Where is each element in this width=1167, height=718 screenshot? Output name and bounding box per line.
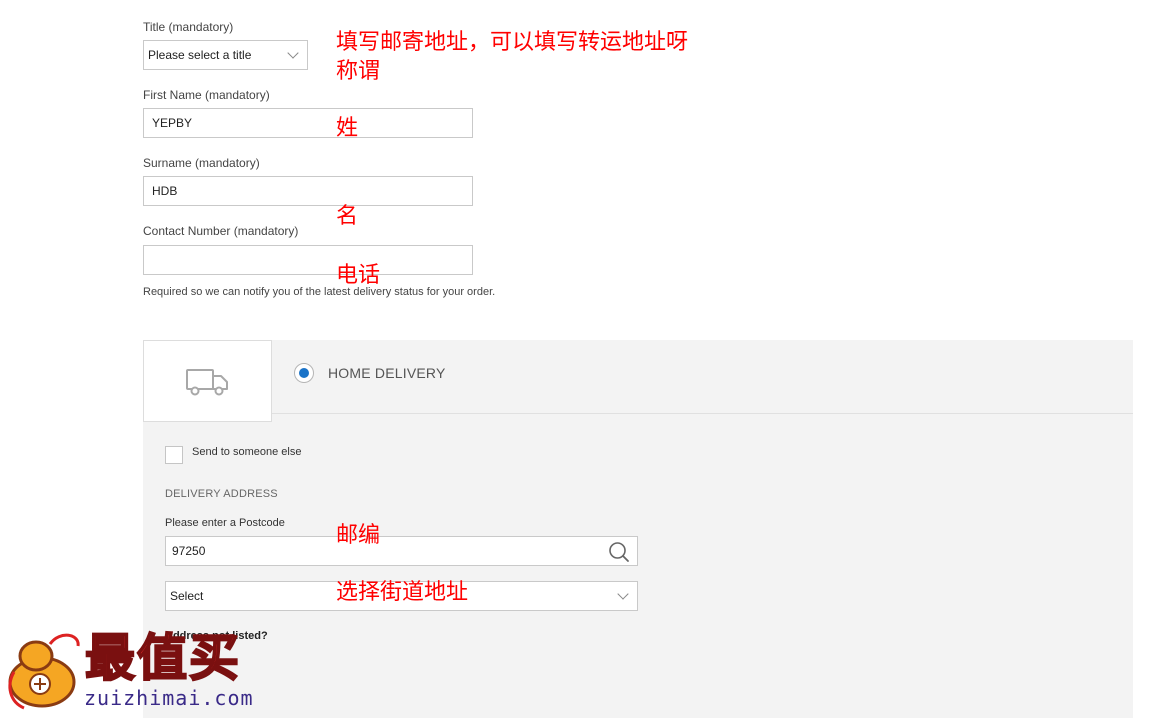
annotation-street-note: 选择街道地址 [336, 580, 469, 605]
annotation-surname-note: 名 [336, 204, 359, 229]
surname-field[interactable]: HDB [143, 176, 473, 206]
surname-label: Surname (mandatory) [143, 156, 260, 170]
truck-icon [185, 369, 228, 396]
radio-selected-dot [299, 368, 309, 378]
postcode-field[interactable]: 97250 [165, 536, 638, 566]
watermark-logo-text: 最值买 [84, 629, 241, 687]
title-select[interactable]: Please select a title [143, 40, 308, 70]
delivery-address-heading: DELIVERY ADDRESS [165, 488, 278, 500]
annotation-title-note: 填写邮寄地址，可以填写转运地址呀 [336, 30, 689, 55]
title-label: Title (mandatory) [143, 20, 234, 34]
first-name-label: First Name (mandatory) [143, 88, 270, 102]
home-delivery-label: HOME DELIVERY [328, 365, 446, 381]
surname-value: HDB [152, 184, 178, 198]
first-name-value: YEPBY [152, 116, 193, 130]
postcode-value: 97250 [172, 544, 206, 558]
send-to-someone-else-label: Send to someone else [192, 446, 302, 458]
delivery-option-tile[interactable] [143, 340, 272, 422]
annotation-first-name-note: 姓 [336, 116, 359, 141]
home-delivery-radio[interactable] [294, 363, 314, 383]
contact-number-field[interactable] [143, 245, 473, 275]
first-name-field[interactable]: YEPBY [143, 108, 473, 138]
annotation-title-note-2: 称谓 [336, 59, 381, 84]
search-icon[interactable] [607, 540, 631, 564]
send-to-someone-else-checkbox[interactable] [165, 446, 183, 464]
checkout-address-form: Title (mandatory) Please select a title … [0, 0, 1167, 718]
panel-divider [272, 413, 1133, 414]
postcode-label: Please enter a Postcode [165, 517, 285, 529]
annotation-postcode-note: 邮编 [336, 523, 381, 548]
street-select-value: Select [170, 589, 204, 603]
title-select-value: Please select a title [148, 48, 252, 62]
chevron-down-icon [617, 588, 629, 600]
chevron-down-icon [287, 47, 299, 59]
contact-label: Contact Number (mandatory) [143, 224, 299, 238]
contact-helper-text: Required so we can notify you of the lat… [143, 286, 496, 298]
watermark-domain-text: zuizhimai.com [84, 686, 254, 710]
